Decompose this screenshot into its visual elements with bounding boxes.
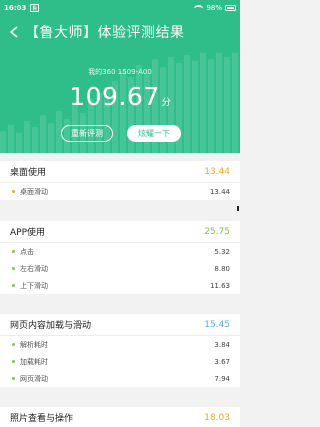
list-item: 解析耗时 3.84 (0, 336, 240, 353)
bullet-dot (12, 377, 15, 380)
bullet-dot (12, 343, 15, 346)
back-arrow-icon[interactable] (5, 23, 23, 41)
section-score: 13.44 (204, 166, 230, 177)
score-display: 109.67 分 (0, 82, 240, 111)
item-label: 网页滑动 (20, 374, 48, 383)
battery-percent: 98% (206, 4, 222, 12)
item-value: 13.44 (209, 187, 230, 196)
item-label: 点击 (20, 247, 34, 256)
list-item: 左右滑动 8.80 (0, 260, 240, 277)
section-header: 照片查看与操作 18.03 (0, 407, 240, 427)
list-item: 桌面滑动 13.44 (0, 183, 240, 200)
section-score: 25.75 (204, 226, 230, 237)
item-value: 5.32 (214, 247, 230, 256)
bullet-dot (12, 284, 15, 287)
item-value: 8.80 (214, 264, 230, 273)
score-unit: 分 (161, 98, 171, 108)
battery-icon (225, 5, 236, 11)
item-value: 11.63 (209, 281, 230, 290)
item-value: 3.84 (214, 340, 230, 349)
list-item: 网页滑动 7.94 (0, 370, 240, 387)
bullet-dot (12, 267, 15, 270)
section-app: APP使用 25.75 点击 5.32 左右滑动 8.80 上下滑动 11.63 (0, 221, 240, 294)
section-desktop: 桌面使用 13.44 桌面滑动 13.44 (0, 161, 240, 200)
total-score: 109.67 (69, 82, 160, 111)
bullet-dot (12, 360, 15, 363)
section-score: 18.03 (204, 412, 230, 423)
list-item: 加载耗时 3.67 (0, 353, 240, 370)
device-name: 我的360 1509-A00 (88, 68, 152, 76)
section-header: 网页内容加载与滑动 15.45 (0, 314, 240, 336)
status-bar: 16:03 鲁 98% (0, 0, 240, 16)
section-title: 照片查看与操作 (10, 414, 74, 424)
section-title: 桌面使用 (10, 168, 47, 178)
result-header: 【鲁大师】体验评测结果 我的360 1509-A00 109.67 分 重新评测 … (0, 16, 240, 153)
item-label: 桌面滑动 (20, 187, 48, 196)
share-button[interactable]: 炫耀一下 (127, 125, 181, 142)
item-value: 7.94 (214, 374, 230, 383)
section-header: 桌面使用 13.44 (0, 161, 240, 183)
bullet-dot (12, 250, 15, 253)
item-label: 上下滑动 (20, 281, 48, 290)
item-label: 左右滑动 (20, 264, 48, 273)
status-time: 16:03 (4, 4, 27, 12)
section-title: 网页内容加载与滑动 (10, 321, 92, 331)
page-title: 【鲁大师】体验评测结果 (25, 25, 185, 41)
scrollbar-thumb[interactable] (237, 206, 239, 211)
item-label: 加载耗时 (20, 357, 48, 366)
status-right: 98% (194, 4, 236, 12)
retest-button[interactable]: 重新评测 (61, 125, 113, 142)
title-bar: 【鲁大师】体验评测结果 (0, 20, 240, 44)
list-item: 点击 5.32 (0, 243, 240, 260)
section-web: 网页内容加载与滑动 15.45 解析耗时 3.84 加载耗时 3.67 网页滑动… (0, 314, 240, 387)
section-score: 15.45 (204, 319, 230, 330)
notification-icon: 鲁 (30, 4, 40, 12)
section-header: APP使用 25.75 (0, 221, 240, 243)
wifi-icon (194, 4, 204, 12)
bullet-dot (12, 190, 15, 193)
list-item: 上下滑动 11.63 (0, 277, 240, 294)
section-title: APP使用 (10, 228, 46, 238)
item-value: 3.67 (214, 357, 230, 366)
item-label: 解析耗时 (20, 340, 48, 349)
section-photo: 照片查看与操作 18.03 (0, 407, 240, 427)
